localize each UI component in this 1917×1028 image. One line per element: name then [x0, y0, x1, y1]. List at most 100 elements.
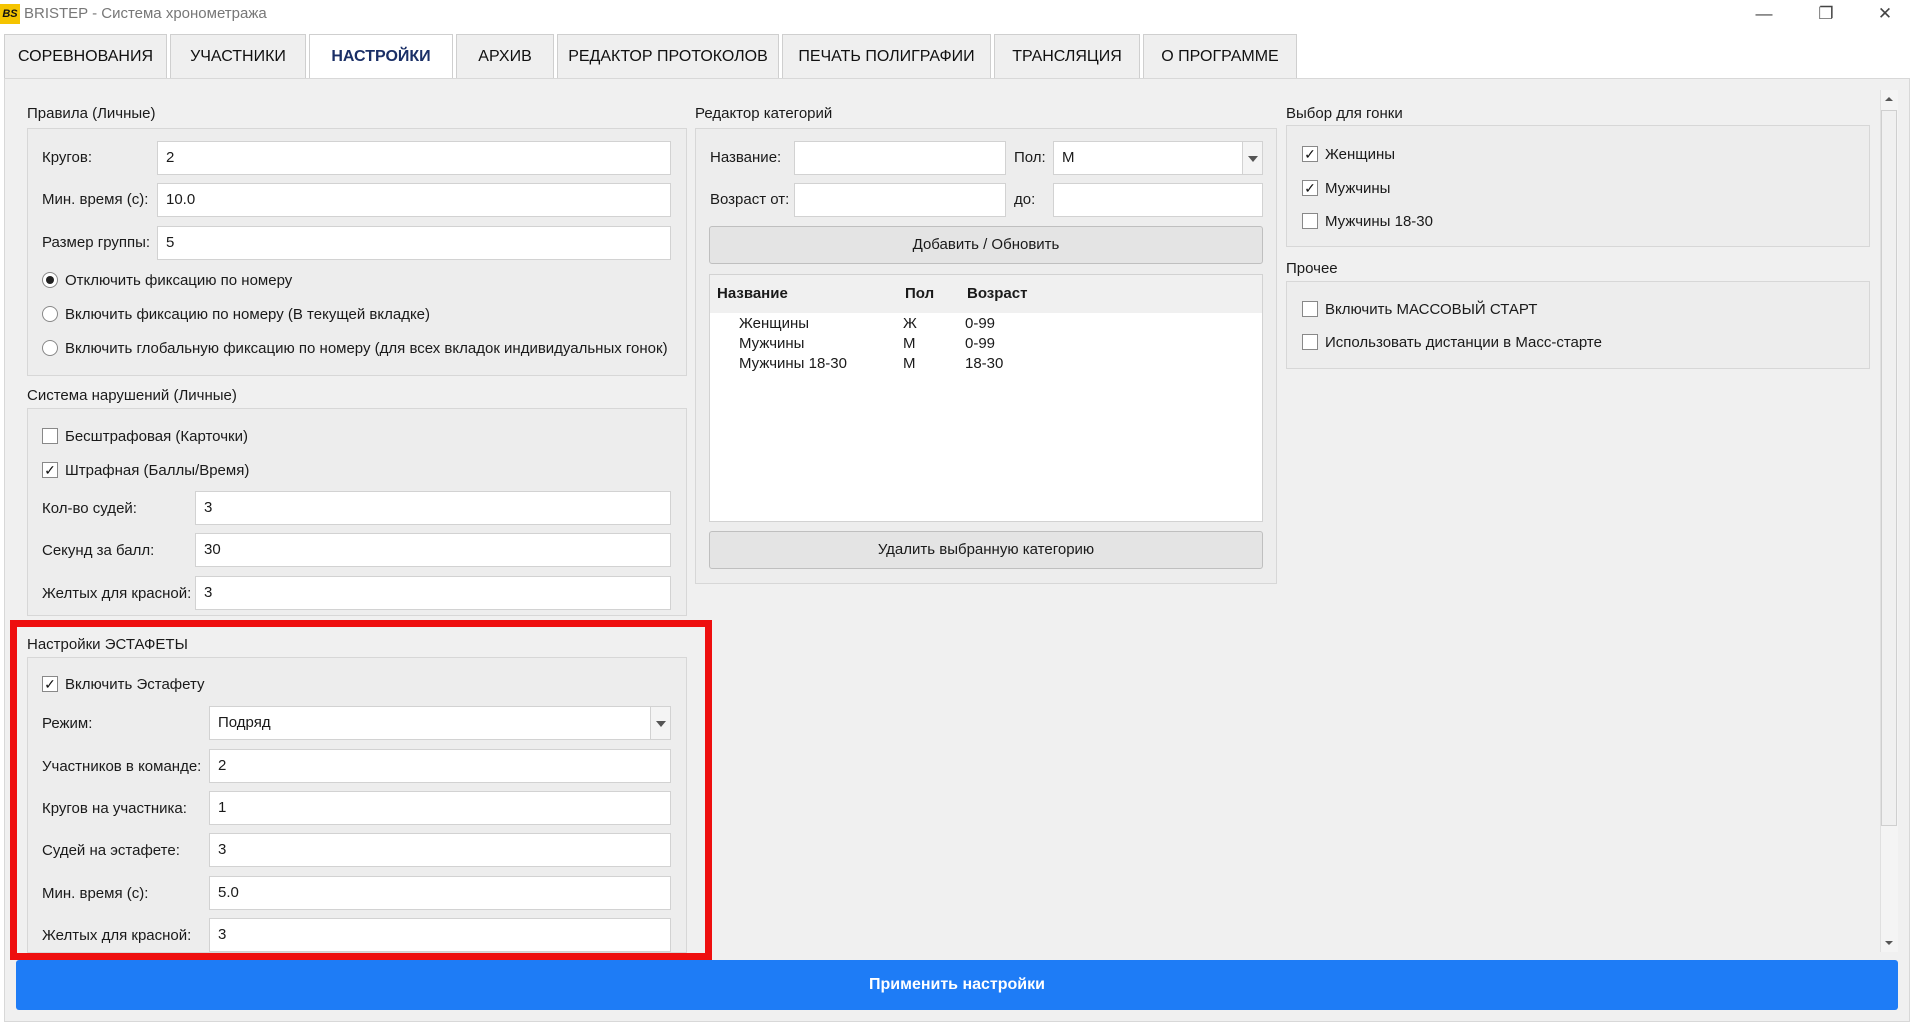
- scroll-down-icon[interactable]: [1884, 938, 1894, 948]
- checkbox-penalty[interactable]: ✓: [42, 462, 58, 478]
- tab-competitions[interactable]: СОРЕВНОВАНИЯ: [4, 34, 167, 78]
- penalties-group-title: Система нарушений (Личные): [27, 387, 237, 404]
- delete-category-button[interactable]: Удалить выбранную категорию: [709, 531, 1263, 569]
- categories-table[interactable]: Название Пол Возраст Женщины Ж 0-99 Мужч…: [709, 274, 1263, 522]
- column-gender[interactable]: Пол: [905, 285, 934, 302]
- no-penalty-label: Бесштрафовая (Карточки): [65, 428, 248, 445]
- table-row-age[interactable]: 0-99: [965, 315, 995, 332]
- table-row-gender[interactable]: М: [903, 355, 916, 372]
- checkbox-race-men[interactable]: ✓: [1302, 180, 1318, 196]
- team-members-label: Участников в команде:: [42, 758, 202, 775]
- table-row-name[interactable]: Мужчины 18-30: [739, 355, 847, 372]
- tab-bar: СОРЕВНОВАНИЯ УЧАСТНИКИ НАСТРОЙКИ АРХИВ Р…: [0, 34, 1917, 80]
- gender-select[interactable]: М: [1053, 141, 1263, 175]
- radio-enable-fixation[interactable]: [42, 306, 58, 322]
- rules-group-title: Правила (Личные): [27, 105, 156, 122]
- category-editor-title: Редактор категорий: [695, 105, 833, 122]
- table-header: Название Пол Возраст: [710, 275, 1262, 313]
- column-age[interactable]: Возраст: [967, 285, 1027, 302]
- tab-settings[interactable]: НАСТРОЙКИ: [309, 34, 453, 80]
- penalty-label: Штрафная (Баллы/Время): [65, 462, 250, 479]
- tab-archive[interactable]: АРХИВ: [456, 34, 554, 78]
- add-update-category-button[interactable]: Добавить / Обновить: [709, 226, 1263, 264]
- radio-global-fixation-label: Включить глобальную фиксацию по номеру (…: [65, 340, 668, 357]
- race-men-18-30-label: Мужчины 18-30: [1325, 213, 1433, 230]
- radio-disable-fixation-label: Отключить фиксацию по номеру: [65, 272, 293, 289]
- mass-start-label: Включить МАССОВЫЙ СТАРТ: [1325, 301, 1538, 318]
- mass-start-distances-label: Использовать дистанции в Масс-старте: [1325, 334, 1602, 351]
- team-members-input[interactable]: 2: [209, 749, 671, 783]
- close-button[interactable]: ✕: [1862, 0, 1908, 30]
- judges-label: Кол-во судей:: [42, 500, 137, 517]
- title-bar: BS BRISTEP - Система хронометража — ❐ ✕: [0, 0, 1917, 30]
- chevron-down-icon[interactable]: [1242, 142, 1262, 174]
- relay-yellows-input[interactable]: 3: [209, 918, 671, 952]
- yellows-for-red-input[interactable]: 3: [195, 576, 671, 610]
- laps-per-member-label: Кругов на участника:: [42, 800, 187, 817]
- restore-button[interactable]: ❐: [1803, 0, 1849, 30]
- group-size-input[interactable]: 5: [157, 226, 671, 260]
- relay-judges-input[interactable]: 3: [209, 833, 671, 867]
- checkbox-race-men-18-30[interactable]: [1302, 213, 1318, 229]
- laps-per-member-input[interactable]: 1: [209, 791, 671, 825]
- race-women-label: Женщины: [1325, 146, 1396, 163]
- age-from-input[interactable]: [794, 183, 1006, 217]
- tab-print[interactable]: ПЕЧАТЬ ПОЛИГРАФИИ: [782, 34, 991, 78]
- relay-judges-label: Судей на эстафете:: [42, 842, 180, 859]
- age-from-label: Возраст от:: [710, 191, 790, 208]
- checkbox-mass-start[interactable]: [1302, 301, 1318, 317]
- table-row-name[interactable]: Женщины: [739, 315, 809, 332]
- checkbox-race-women[interactable]: ✓: [1302, 146, 1318, 162]
- app-logo-icon: BS: [0, 4, 20, 24]
- chevron-down-icon[interactable]: [650, 707, 670, 739]
- group-size-label: Размер группы:: [42, 234, 151, 251]
- relay-group-title: Настройки ЭСТАФЕТЫ: [27, 636, 188, 653]
- other-group: [1286, 281, 1870, 369]
- table-row-gender[interactable]: М: [903, 335, 916, 352]
- enable-relay-label: Включить Эстафету: [65, 676, 205, 693]
- gender-value: М: [1062, 149, 1075, 166]
- radio-disable-fixation[interactable]: [42, 272, 58, 288]
- yellows-for-red-label: Желтых для красной:: [42, 585, 192, 602]
- category-name-label: Название:: [710, 149, 782, 166]
- table-row-age[interactable]: 18-30: [965, 355, 1003, 372]
- laps-input[interactable]: 2: [157, 141, 671, 175]
- relay-min-time-label: Мин. время (с):: [42, 885, 149, 902]
- age-to-input[interactable]: [1053, 183, 1263, 217]
- relay-mode-select[interactable]: Подряд: [209, 706, 671, 740]
- column-name[interactable]: Название: [717, 285, 788, 302]
- relay-yellows-label: Желтых для красной:: [42, 927, 192, 944]
- race-men-label: Мужчины: [1325, 180, 1391, 197]
- seconds-per-point-label: Секунд за балл:: [42, 542, 155, 559]
- min-time-input[interactable]: 10.0: [157, 183, 671, 217]
- laps-label: Кругов:: [42, 149, 93, 166]
- tab-participants[interactable]: УЧАСТНИКИ: [170, 34, 306, 78]
- checkbox-no-penalty[interactable]: [42, 428, 58, 444]
- apply-settings-button[interactable]: Применить настройки: [16, 960, 1898, 1010]
- tab-about[interactable]: О ПРОГРАММЕ: [1143, 34, 1297, 78]
- checkbox-mass-start-distances[interactable]: [1302, 334, 1318, 350]
- age-to-label: до:: [1014, 191, 1036, 208]
- seconds-per-point-input[interactable]: 30: [195, 533, 671, 567]
- relay-mode-label: Режим:: [42, 715, 93, 732]
- gender-label: Пол:: [1014, 149, 1046, 166]
- judges-input[interactable]: 3: [195, 491, 671, 525]
- scroll-up-icon[interactable]: [1884, 94, 1894, 104]
- race-selection-title: Выбор для гонки: [1286, 105, 1403, 122]
- tab-broadcast[interactable]: ТРАНСЛЯЦИЯ: [994, 34, 1140, 78]
- tab-protocol-editor[interactable]: РЕДАКТОР ПРОТОКОЛОВ: [557, 34, 779, 78]
- checkbox-enable-relay[interactable]: ✓: [42, 676, 58, 692]
- minimize-button[interactable]: —: [1741, 0, 1787, 30]
- relay-mode-value: Подряд: [218, 714, 271, 731]
- table-row-gender[interactable]: Ж: [903, 315, 917, 332]
- radio-enable-fixation-label: Включить фиксацию по номеру (В текущей в…: [65, 306, 431, 323]
- window-title: BRISTEP - Система хронометража: [24, 5, 267, 22]
- table-row-name[interactable]: Мужчины: [739, 335, 804, 352]
- relay-min-time-input[interactable]: 5.0: [209, 876, 671, 910]
- other-group-title: Прочее: [1286, 260, 1338, 277]
- min-time-label: Мин. время (с):: [42, 191, 149, 208]
- category-name-input[interactable]: [794, 141, 1006, 175]
- table-row-age[interactable]: 0-99: [965, 335, 995, 352]
- radio-global-fixation[interactable]: [42, 340, 58, 356]
- scrollbar-thumb[interactable]: [1881, 110, 1897, 826]
